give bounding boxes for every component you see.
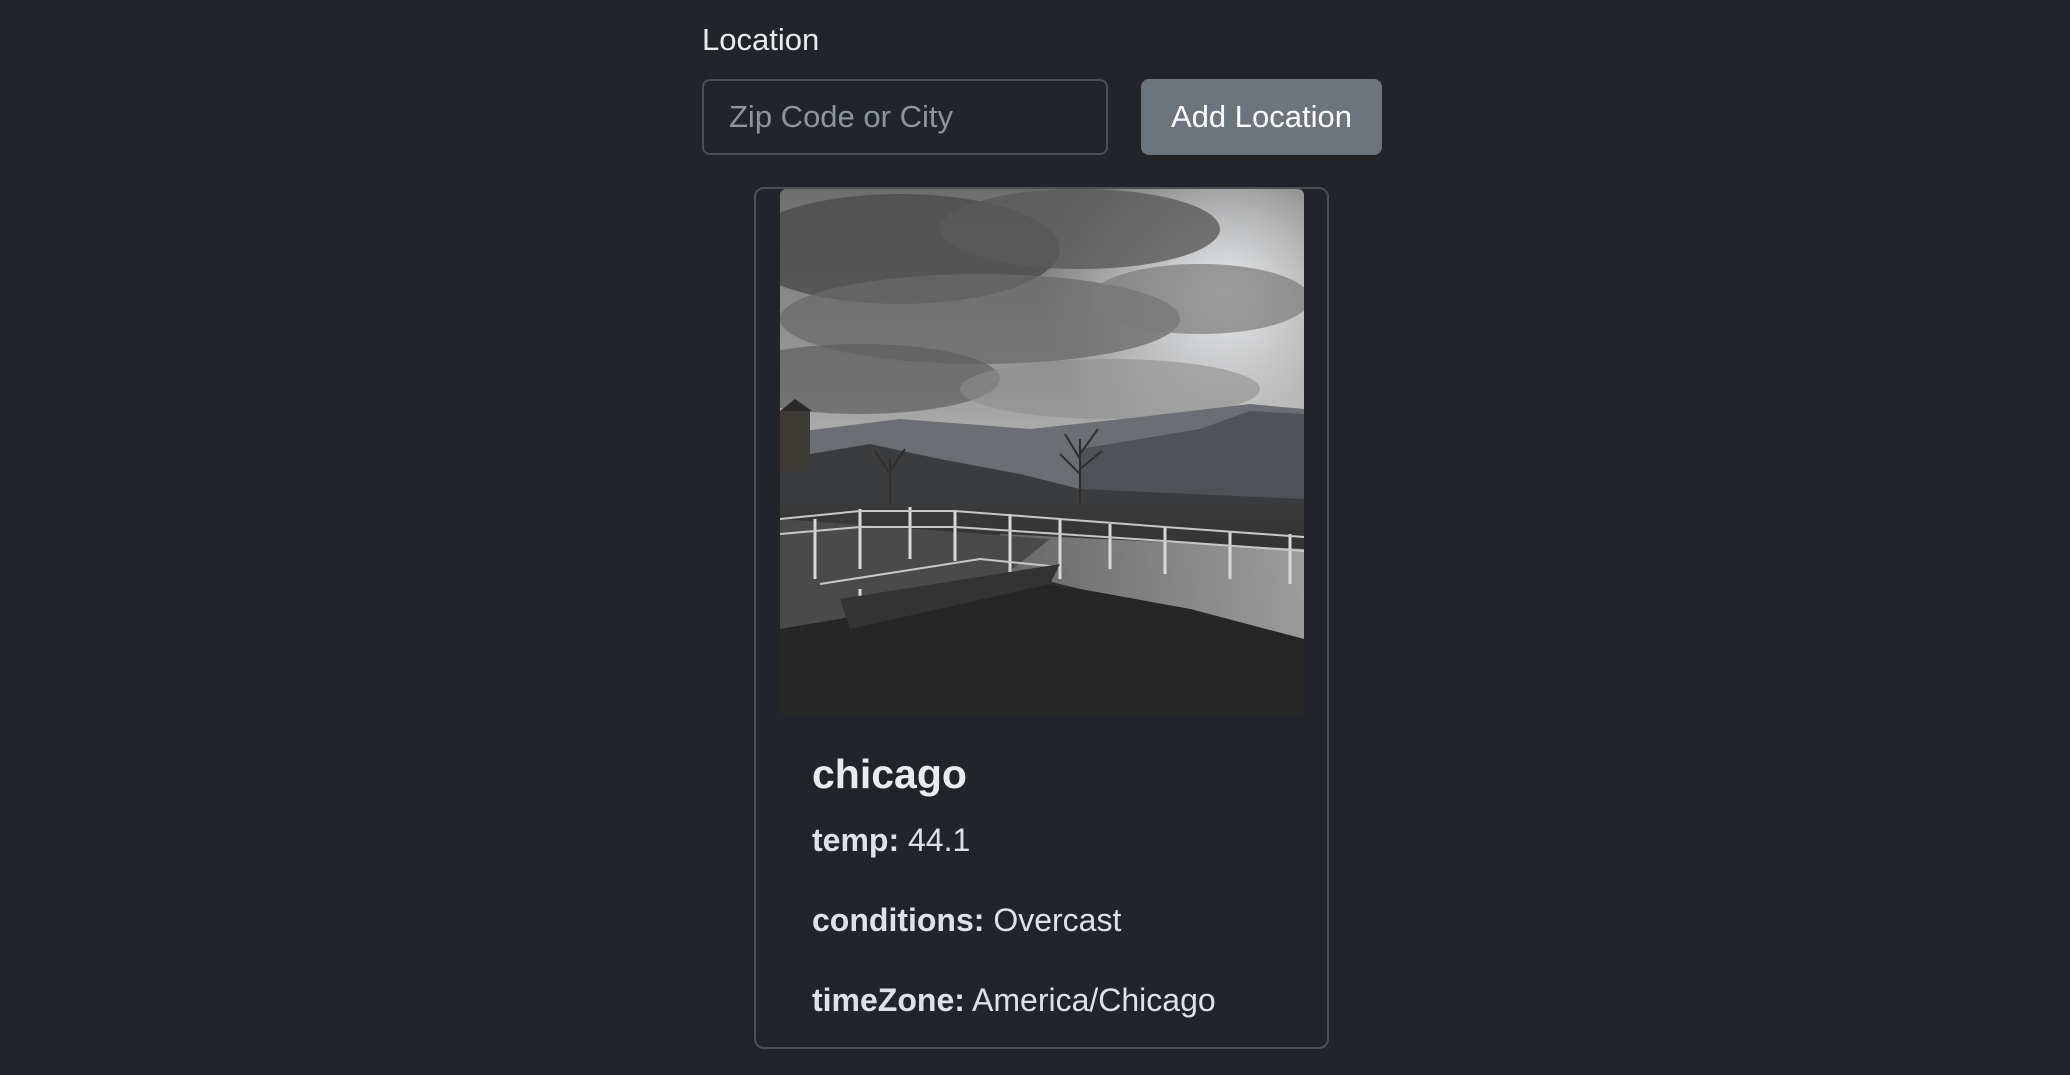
location-form: Location Add Location <box>702 16 1382 155</box>
conditions-value: Overcast <box>993 902 1122 938</box>
temp-value: 44.1 <box>908 822 971 858</box>
location-input[interactable] <box>702 79 1108 155</box>
temp-label: temp: <box>812 822 900 858</box>
temp-field: temp: 44.1 <box>812 816 1287 864</box>
location-form-row: Add Location <box>702 79 1382 155</box>
timezone-label: timeZone: <box>812 982 965 1018</box>
location-label: Location <box>702 22 820 57</box>
card-body: chicago temp: 44.1 conditions: Overcast … <box>812 744 1287 1024</box>
conditions-label: conditions: <box>812 902 985 938</box>
weather-card: chicago temp: 44.1 conditions: Overcast … <box>754 187 1329 1049</box>
location-photo <box>780 189 1304 714</box>
timezone-field: timeZone: America/Chicago <box>812 976 1287 1024</box>
timezone-value: America/Chicago <box>972 982 1216 1018</box>
location-name: chicago <box>812 751 967 797</box>
conditions-field: conditions: Overcast <box>812 896 1287 944</box>
add-location-button[interactable]: Add Location <box>1141 79 1382 155</box>
